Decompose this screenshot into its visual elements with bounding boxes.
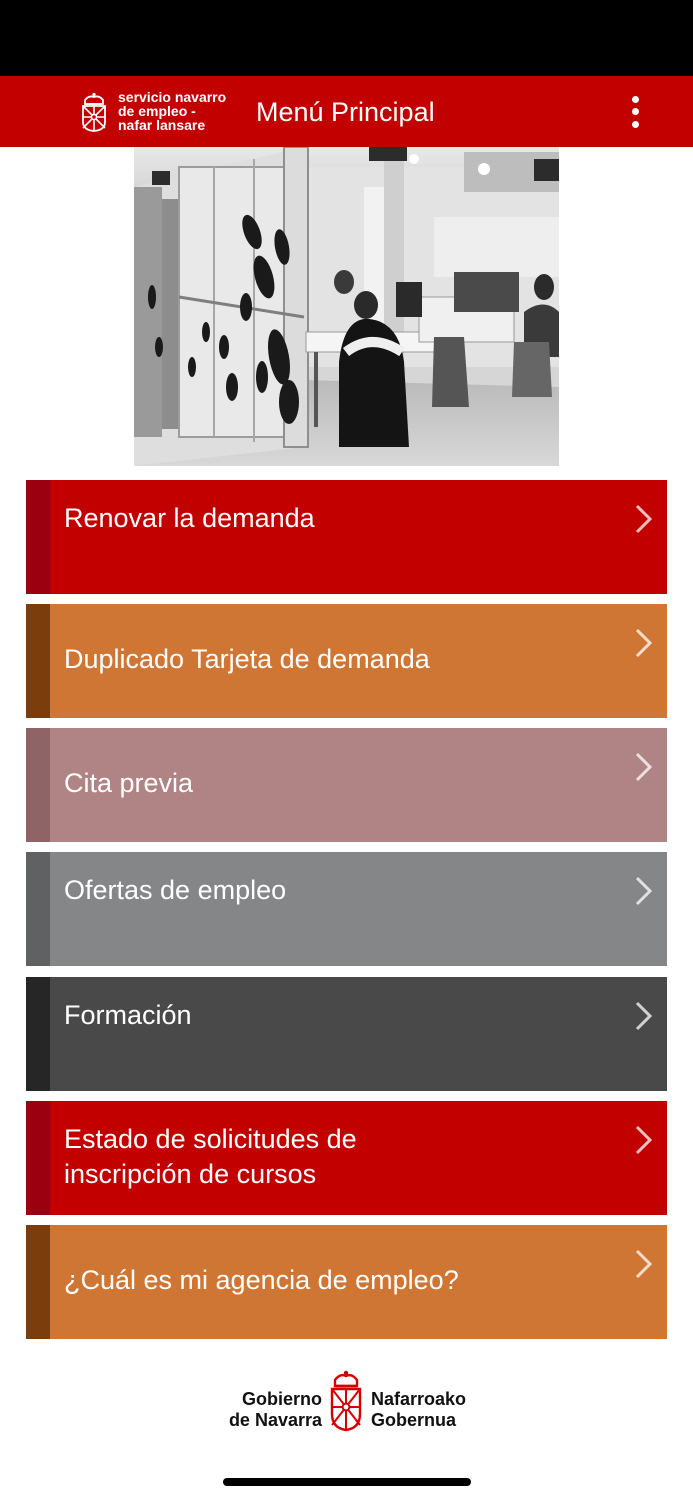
menu-item-stripe <box>26 1225 50 1339</box>
menu-item-label: Estado de solicitudes de inscripción de … <box>64 1122 357 1192</box>
home-indicator[interactable] <box>223 1478 471 1486</box>
menu-item-duplicado-tarjeta[interactable]: Duplicado Tarjeta de demanda <box>26 604 667 718</box>
menu-item-label: Formación <box>64 998 192 1033</box>
office-photo <box>134 147 559 466</box>
menu-item-estado-solicitudes[interactable]: Estado de solicitudes de inscripción de … <box>26 1101 667 1215</box>
navarra-crest-icon <box>82 92 106 132</box>
footer-logo-text-es: Gobierno de Navarra <box>229 1389 322 1431</box>
menu-item-label-line: Estado de solicitudes de <box>64 1124 357 1154</box>
menu-item-label: ¿Cuál es mi agencia de empleo? <box>64 1263 459 1298</box>
menu-item-label: Renovar la demanda <box>64 501 315 536</box>
footer-logo-text-eu: Nafarroako Gobernua <box>371 1389 466 1431</box>
menu-item-stripe <box>26 852 50 966</box>
footer-logo-line: de Navarra <box>228 1410 322 1430</box>
menu-item-label-line: Renovar la demanda <box>64 503 315 533</box>
menu-item-renovar-demanda[interactable]: Renovar la demanda <box>26 480 667 594</box>
chevron-right-icon <box>635 1249 653 1279</box>
brand-name: servicio navarro de empleo - nafar lansa… <box>118 90 226 132</box>
menu-item-label: Duplicado Tarjeta de demanda <box>64 642 430 677</box>
menu-item-label-line: Ofertas de empleo <box>64 875 287 905</box>
chevron-right-icon <box>635 504 653 534</box>
gobierno-navarra-logo: Gobierno de Navarra Nafarroako Gobernua <box>216 1370 478 1432</box>
more-vertical-icon[interactable] <box>618 93 654 131</box>
chevron-right-icon <box>635 628 653 658</box>
footer-logo-line: Nafarroako <box>371 1389 467 1409</box>
page-title: Menú Principal <box>256 97 435 127</box>
brand-line: servicio navarro <box>118 89 227 105</box>
navarra-crest-icon <box>330 1370 362 1432</box>
brand-logo: servicio navarro de empleo - nafar lansa… <box>80 90 245 134</box>
menu-item-stripe <box>26 728 50 842</box>
footer-logo-line: Gobierno <box>242 1389 322 1409</box>
hero-image <box>134 147 559 466</box>
menu-item-stripe <box>26 1101 50 1215</box>
menu-item-label-line: inscripción de cursos <box>64 1159 317 1189</box>
brand-line: de empleo - <box>118 103 196 119</box>
menu-item-label-line: ¿Cuál es mi agencia de empleo? <box>64 1265 459 1295</box>
menu-item-stripe <box>26 977 50 1091</box>
chevron-right-icon <box>635 1125 653 1155</box>
menu-item-label-line: Cita previa <box>64 768 194 798</box>
chevron-right-icon <box>635 876 653 906</box>
status-bar <box>0 0 693 76</box>
menu-item-ofertas-empleo[interactable]: Ofertas de empleo <box>26 852 667 966</box>
chevron-right-icon <box>635 752 653 782</box>
app-bar: servicio navarro de empleo - nafar lansa… <box>0 76 693 147</box>
menu-item-label-line: Duplicado Tarjeta de demanda <box>64 644 430 674</box>
menu-item-label-line: Formación <box>64 1000 192 1030</box>
menu-item-agencia-empleo[interactable]: ¿Cuál es mi agencia de empleo? <box>26 1225 667 1339</box>
menu-item-formacion[interactable]: Formación <box>26 977 667 1091</box>
brand-line: nafar lansare <box>118 117 206 133</box>
menu-item-stripe <box>26 480 50 594</box>
chevron-right-icon <box>635 1001 653 1031</box>
footer-logo-line: Gobernua <box>371 1410 457 1430</box>
menu-item-cita-previa[interactable]: Cita previa <box>26 728 667 842</box>
menu-item-label: Cita previa <box>64 766 193 801</box>
menu-item-stripe <box>26 604 50 718</box>
menu-item-label: Ofertas de empleo <box>64 873 286 908</box>
